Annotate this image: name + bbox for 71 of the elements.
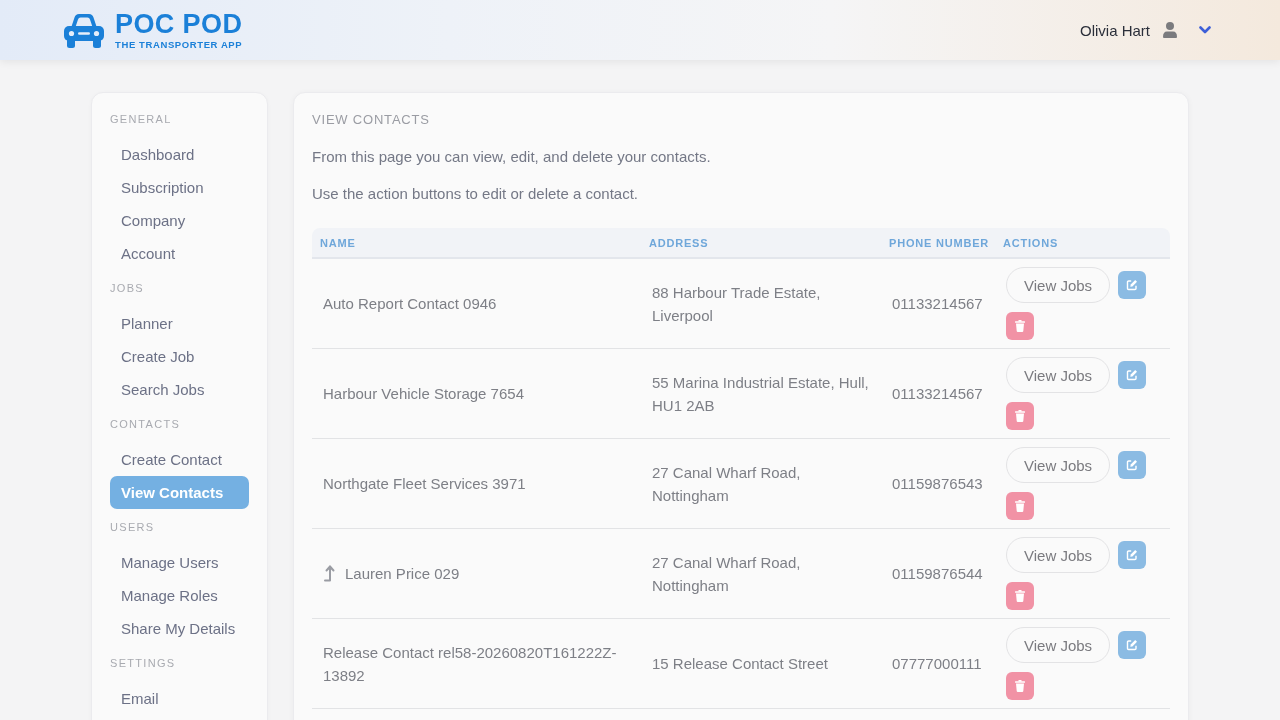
nav-item[interactable]: Manage Users: [110, 546, 249, 579]
column-header: NAME: [320, 236, 356, 249]
section-label: SETTINGS: [110, 656, 177, 670]
trash-icon: [1015, 680, 1025, 692]
contact-address: 15 Release Contact Street: [652, 654, 828, 674]
view-jobs-button[interactable]: View Jobs: [1006, 537, 1111, 573]
edit-icon: [1126, 459, 1139, 471]
contact-name: Auto Report Contact 0946: [323, 294, 497, 314]
delete-button[interactable]: [1006, 312, 1034, 340]
view-jobs-button[interactable]: View Jobs: [1006, 447, 1111, 483]
contact-name: Harbour Vehicle Storage 7654: [323, 384, 524, 404]
edit-icon: [1126, 639, 1139, 651]
edit-button[interactable]: [1118, 361, 1147, 389]
section-label: JOBS: [110, 281, 145, 295]
delete-button[interactable]: [1006, 672, 1034, 700]
contact-phone: 01159876544: [892, 564, 983, 584]
edit-button[interactable]: [1118, 541, 1147, 569]
contact-phone: 01133214567: [892, 384, 983, 404]
column-header: PHONE NUMBER: [889, 236, 990, 249]
contact-phone: 07777000111: [892, 654, 982, 674]
delete-button[interactable]: [1006, 492, 1034, 520]
edit-icon: [1126, 369, 1139, 381]
logo-title: POC POD: [115, 10, 243, 37]
page-title: VIEW CONTACTS: [312, 112, 431, 128]
contact-name: Lauren Price 029: [345, 564, 460, 584]
view-jobs-button[interactable]: View Jobs: [1006, 627, 1111, 663]
nav-item[interactable]: Email: [110, 682, 249, 715]
contact-name: Release Contact rel58-20260820T161222Z-13892: [323, 642, 618, 686]
section-label: GENERAL: [110, 112, 173, 126]
trash-icon: [1015, 590, 1025, 602]
edit-button[interactable]: [1118, 451, 1147, 479]
delete-button[interactable]: [1006, 402, 1034, 430]
user-name: Olivia Hart: [1080, 21, 1150, 39]
nav-item[interactable]: Create Job: [110, 340, 249, 373]
trash-icon: [1015, 410, 1025, 422]
nav-item[interactable]: Manage Roles: [110, 579, 249, 612]
edit-icon: [1126, 549, 1139, 561]
contact-address: 27 Canal Wharf Road, Nottingham: [652, 552, 802, 596]
column-header: ACTIONS: [1003, 236, 1059, 249]
contact-address: 88 Harbour Trade Estate, Liverpool: [652, 282, 822, 326]
contact-name: Northgate Fleet Services 3971: [323, 474, 526, 494]
up-arrow-icon: [323, 565, 335, 582]
nav-item[interactable]: Planner: [110, 307, 249, 340]
user-icon: [1163, 22, 1177, 38]
edit-icon: [1126, 279, 1139, 291]
column-header: ADDRESS: [649, 236, 709, 249]
nav-item[interactable]: Company: [110, 204, 249, 237]
logo-tagline: THE TRANSPORTER APP: [115, 38, 243, 50]
description-text: Use the action buttons to edit or delete a contact.: [312, 184, 640, 204]
delete-button[interactable]: [1006, 582, 1034, 610]
car-icon: [64, 12, 104, 48]
description-text: From this page you can view, edit, and delete your contacts.: [312, 147, 712, 167]
nav-item[interactable]: Subscription: [110, 171, 249, 204]
trash-icon: [1015, 320, 1025, 332]
nav-item[interactable]: Search Jobs: [110, 373, 249, 406]
contact-phone: 01133214567: [892, 294, 983, 314]
contact-phone: 01159876543: [892, 474, 983, 494]
chevron-down-icon[interactable]: [1199, 26, 1211, 34]
edit-button[interactable]: [1118, 271, 1147, 299]
edit-button[interactable]: [1118, 631, 1147, 659]
view-jobs-button[interactable]: View Jobs: [1006, 267, 1111, 303]
nav-item[interactable]: Create Contact: [110, 443, 249, 476]
contact-address: 27 Canal Wharf Road, Nottingham: [652, 462, 802, 506]
contact-address: 55 Marina Industrial Estate, Hull, HU1 2AB: [652, 372, 870, 416]
nav-item[interactable]: Dashboard: [110, 138, 249, 171]
section-label: CONTACTS: [110, 417, 182, 431]
trash-icon: [1015, 500, 1025, 512]
nav-item[interactable]: Account: [110, 237, 249, 270]
section-label: USERS: [110, 520, 156, 534]
nav-item[interactable]: Share My Details: [110, 612, 249, 645]
view-jobs-button[interactable]: View Jobs: [1006, 357, 1111, 393]
